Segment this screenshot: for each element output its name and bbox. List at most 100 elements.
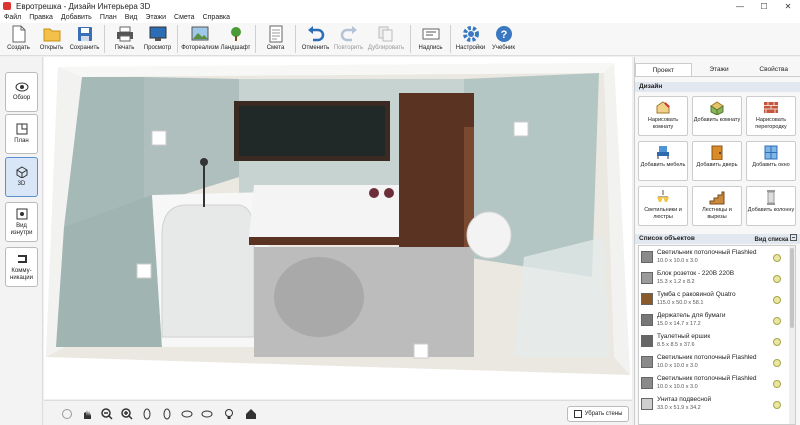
- tilt-up-icon[interactable]: [180, 407, 194, 421]
- remove-walls-label: Убрать стены: [584, 411, 623, 417]
- save-button[interactable]: Сохранить: [68, 23, 101, 56]
- estimate-document-icon: [267, 25, 285, 43]
- estimate-button[interactable]: Смета: [259, 23, 292, 56]
- object-thumbnail-icon: [641, 377, 653, 389]
- tab-properties[interactable]: Свойства: [746, 63, 800, 76]
- list-scroll-thumb[interactable]: [790, 248, 794, 328]
- object-name: Блок розеток - 220В 220В: [657, 270, 735, 277]
- 3d-view-button[interactable]: 3D: [5, 157, 38, 197]
- open-button[interactable]: Открыть: [35, 23, 68, 56]
- photoreal-button[interactable]: Фотореализм: [181, 23, 219, 56]
- minimize-button[interactable]: —: [728, 0, 752, 12]
- remove-walls-button[interactable]: Убрать стены: [567, 406, 629, 422]
- visibility-toggle-icon[interactable]: [773, 317, 781, 325]
- object-size: 8.5 x 8.5 x 37.6: [657, 342, 695, 348]
- overview-button[interactable]: Обзор: [5, 72, 38, 112]
- menu-plan[interactable]: План: [100, 14, 117, 21]
- tutorial-button[interactable]: ? Учебник: [487, 23, 520, 56]
- print-button[interactable]: Печать: [108, 23, 141, 56]
- save-label: Сохранить: [69, 45, 100, 51]
- tutorial-label: Учебник: [492, 45, 515, 51]
- menu-help[interactable]: Справка: [203, 14, 230, 21]
- draw-room-button[interactable]: Нарисовать комнату: [638, 96, 688, 136]
- duplicate-button[interactable]: Дублировать: [365, 23, 407, 56]
- undo-button[interactable]: Отменить: [299, 23, 332, 56]
- draw-room-label: Нарисовать комнату: [647, 117, 679, 130]
- visibility-toggle-icon[interactable]: [773, 380, 781, 388]
- menu-add[interactable]: Добавить: [61, 14, 92, 21]
- duplicate-label: Дублировать: [367, 45, 405, 51]
- object-row[interactable]: Унитаз подвесной 33.0 x 51.9 x 34.2: [639, 395, 787, 416]
- menu-edit[interactable]: Правка: [29, 14, 53, 21]
- communications-button[interactable]: Комму-никации: [5, 247, 38, 287]
- zoom-in-icon[interactable]: [120, 407, 134, 421]
- folder-icon: [43, 25, 61, 43]
- object-row[interactable]: Тумба с раковиной Quatro 115.0 x 50.0 x …: [639, 290, 787, 311]
- inside-view-label: Вид изнутри: [10, 222, 33, 236]
- add-room-button[interactable]: Добавить комнату: [692, 96, 742, 136]
- object-row[interactable]: Светильник потолочный Flashled 10.0 x 10…: [639, 353, 787, 374]
- viewport-controls-bar: Убрать стены: [44, 400, 632, 425]
- door-icon: [709, 145, 725, 160]
- visibility-toggle-icon[interactable]: [773, 296, 781, 304]
- zoom-out-icon[interactable]: [100, 407, 114, 421]
- eye-icon: [15, 82, 28, 92]
- window-icon: [763, 145, 779, 160]
- orbit-right-icon[interactable]: [160, 407, 174, 421]
- landscape-button[interactable]: Ландшафт: [219, 23, 252, 56]
- objects-header-label: Список объектов: [639, 235, 695, 242]
- draw-partition-button[interactable]: Нарисовать перегородку: [746, 96, 796, 136]
- object-row[interactable]: Туалетный ершик 8.5 x 8.5 x 37.6: [639, 332, 787, 353]
- lights-button[interactable]: Светильники и люстры: [638, 186, 688, 226]
- create-button[interactable]: Создать: [2, 23, 35, 56]
- add-window-button[interactable]: Добавить окно: [746, 141, 796, 181]
- tab-floors[interactable]: Этажи: [692, 63, 747, 76]
- light-bulb-icon[interactable]: [222, 407, 236, 421]
- view-list-toggle[interactable]: Вид списка: [755, 234, 797, 245]
- maximize-button[interactable]: ☐: [752, 0, 776, 12]
- undo-icon: [307, 25, 325, 43]
- label-label: Надпись: [418, 45, 443, 51]
- object-row[interactable]: Светильник потолочный Flashled 10.0 x 10…: [639, 248, 787, 269]
- object-list[interactable]: Светильник потолочный Flashled 10.0 x 10…: [638, 245, 796, 425]
- 3d-viewport[interactable]: [44, 57, 632, 399]
- add-door-button[interactable]: Добавить дверь: [692, 141, 742, 181]
- toolbar-separator: [450, 25, 451, 53]
- label-button[interactable]: Надпись: [414, 23, 447, 56]
- add-room-icon: [709, 100, 725, 115]
- plan-button[interactable]: План: [5, 114, 38, 154]
- menu-view[interactable]: Вид: [125, 14, 138, 21]
- visibility-toggle-icon[interactable]: [773, 254, 781, 262]
- menu-estimate[interactable]: Смета: [174, 14, 195, 21]
- settings-label: Настройки: [455, 45, 486, 51]
- design-section-header: Дизайн: [635, 82, 800, 92]
- toolbar: Создать Открыть Сохранить Печать Просмот…: [0, 23, 800, 56]
- object-row[interactable]: Блок розеток - 220В 220В 15.3 x 1.2 x 8.…: [639, 269, 787, 290]
- object-name: Светильник потолочный Flashled: [657, 354, 757, 361]
- visibility-toggle-icon[interactable]: [773, 401, 781, 409]
- settings-button[interactable]: Настройки: [454, 23, 487, 56]
- close-button[interactable]: ✕: [776, 0, 800, 12]
- rotate-icon[interactable]: [60, 407, 74, 421]
- object-size: 33.0 x 51.9 x 34.2: [657, 405, 701, 411]
- orbit-left-icon[interactable]: [140, 407, 154, 421]
- visibility-toggle-icon[interactable]: [773, 338, 781, 346]
- redo-icon: [340, 25, 358, 43]
- tab-project[interactable]: Проект: [635, 63, 692, 76]
- stairs-button[interactable]: Лестницы и вырезы: [692, 186, 742, 226]
- menu-floors[interactable]: Этажи: [145, 14, 166, 21]
- object-row[interactable]: Светильник потолочный Flashled 10.0 x 10…: [639, 374, 787, 395]
- stairs-icon: [709, 190, 725, 205]
- preview-button[interactable]: Просмотр: [141, 23, 174, 56]
- menu-file[interactable]: Файл: [4, 14, 21, 21]
- add-furniture-button[interactable]: Добавить мебель: [638, 141, 688, 181]
- add-column-button[interactable]: Добавить колонну: [746, 186, 796, 226]
- visibility-toggle-icon[interactable]: [773, 359, 781, 367]
- object-row[interactable]: Держатель для бумаги 15.0 x 14.7 x 17.2: [639, 311, 787, 332]
- redo-button[interactable]: Повторить: [332, 23, 365, 56]
- pan-hand-icon[interactable]: [80, 407, 94, 421]
- home-view-icon[interactable]: [244, 407, 258, 421]
- visibility-toggle-icon[interactable]: [773, 275, 781, 283]
- inside-view-button[interactable]: Вид изнутри: [5, 202, 38, 242]
- tilt-down-icon[interactable]: [200, 407, 214, 421]
